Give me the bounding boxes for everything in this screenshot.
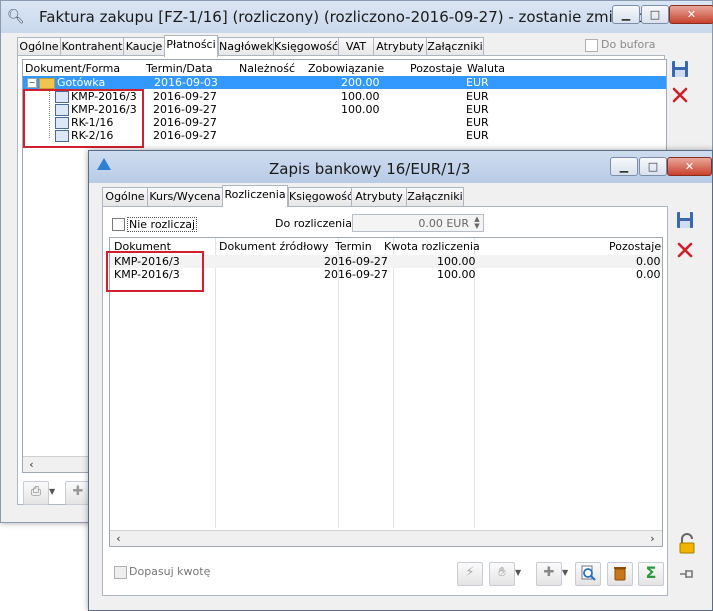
invoice-tabs: Ogólne Kontrahent Kaucje Płatności Nagłó…: [17, 35, 617, 57]
tab-ksiegowosc[interactable]: Księgowość: [273, 37, 339, 56]
tab-ogolne[interactable]: Ogólne: [17, 37, 61, 56]
row-date: 2016-09-27: [153, 116, 217, 129]
row-date: 2016-09-27: [153, 103, 217, 116]
tab-kaucje[interactable]: Kaucje: [123, 37, 165, 56]
lightning-button[interactable]: ⚡︎: [457, 562, 483, 586]
highlight-box: [23, 89, 144, 148]
col-kwota-rozliczenia[interactable]: Kwota rozliczenia: [384, 240, 480, 253]
close-button[interactable]: ✕: [669, 5, 713, 24]
tab-kurs-wycena[interactable]: Kurs/Wycena: [147, 187, 223, 206]
col-termin-data[interactable]: Termin/Data: [146, 62, 213, 75]
bank-entry-titlebar[interactable]: Zapis bankowy 16/EUR/1/3 ▁ □ ✕: [89, 151, 712, 183]
group-zobowiazanie: 200.00: [341, 76, 380, 89]
magnifier-icon: 🔍︎: [7, 9, 25, 25]
tab-atrybuty[interactable]: Atrybuty: [351, 187, 407, 206]
invoice-titlebar[interactable]: 🔍︎ Faktura zakupu [FZ-1/16] (rozliczony)…: [1, 1, 713, 33]
col-termin[interactable]: Termin: [335, 240, 372, 253]
do-bufora-checkbox[interactable]: [585, 39, 598, 52]
row-date: 2016-09-27: [153, 90, 217, 103]
tab-kontrahent[interactable]: Kontrahent: [60, 37, 124, 56]
row-waluta: EUR: [466, 103, 489, 116]
group-doc: Gotówka: [57, 76, 106, 89]
lock-icon[interactable]: [676, 533, 698, 555]
tab-ogolne[interactable]: Ogólne: [102, 187, 148, 206]
cancel-icon[interactable]: [669, 84, 691, 106]
nie-rozliczaj-label: Nie rozliczaj: [127, 217, 198, 232]
row-waluta: EUR: [466, 90, 489, 103]
tab-naglowek[interactable]: Nagłówek: [218, 37, 274, 56]
col-pozostaje[interactable]: Pozostaje: [410, 62, 462, 75]
col-pozostaje[interactable]: Pozostaje: [609, 240, 661, 253]
row-date: 2016-09-27: [153, 129, 217, 142]
spin-icon[interactable]: ▲ ▼: [472, 216, 482, 230]
tab-vat[interactable]: VAT: [338, 37, 374, 56]
tab-zalaczniki[interactable]: Załączniki: [426, 37, 484, 56]
maximize-button[interactable]: □: [641, 5, 669, 24]
delete-button[interactable]: [607, 562, 633, 586]
print-button[interactable]: ⎙: [23, 481, 49, 505]
sum-button[interactable]: Σ: [638, 562, 664, 586]
cancel-icon[interactable]: [674, 239, 696, 261]
do-rozliczenia-label: Do rozliczenia:: [275, 217, 356, 230]
do-bufora-label: Do bufora: [601, 38, 656, 51]
row-zobowiazanie: 100.00: [341, 90, 380, 103]
maximize-button[interactable]: □: [639, 157, 667, 176]
add-button[interactable]: ✚: [536, 562, 562, 586]
scroll-left-icon[interactable]: ‹: [112, 532, 125, 545]
col-divider: [215, 238, 216, 528]
chevron-down-icon[interactable]: ▼: [515, 568, 521, 577]
row-waluta: EUR: [466, 129, 489, 142]
nie-rozliczaj-checkbox[interactable]: [112, 218, 125, 231]
app-logo-icon: [97, 158, 111, 170]
col-zobowiazanie[interactable]: Zobowiązanie: [308, 62, 384, 75]
save-icon[interactable]: [674, 209, 696, 231]
row-kwota: 100.00: [437, 268, 476, 281]
group-waluta: EUR: [466, 76, 489, 89]
row-pozostaje: 0.00: [636, 255, 661, 268]
minimize-button[interactable]: ▁: [612, 5, 640, 24]
settle-button[interactable]: ✋︎: [489, 562, 515, 586]
preview-button[interactable]: [575, 562, 601, 586]
tab-zalaczniki[interactable]: Załączniki: [406, 187, 464, 206]
row-termin: 2016-09-27: [324, 255, 388, 268]
row-termin: 2016-09-27: [324, 268, 388, 281]
chevron-down-icon[interactable]: ▼: [49, 487, 55, 496]
bank-entry-window-title: Zapis bankowy 16/EUR/1/3: [269, 160, 471, 178]
scroll-left-icon[interactable]: ‹: [25, 458, 38, 471]
close-button[interactable]: ✕: [667, 157, 712, 176]
collapse-icon[interactable]: −: [27, 78, 37, 88]
col-divider: [338, 238, 339, 528]
col-dokument-zrodlowy[interactable]: Dokument źródłowy: [219, 240, 329, 253]
group-date: 2016-09-03: [154, 76, 218, 89]
horizontal-scrollbar[interactable]: ‹ ›: [110, 530, 662, 546]
col-divider: [393, 238, 394, 528]
pin-icon[interactable]: [676, 563, 698, 585]
scroll-right-icon[interactable]: ›: [646, 532, 659, 545]
row-pozostaje: 0.00: [636, 268, 661, 281]
minimize-button[interactable]: ▁: [610, 157, 638, 176]
do-rozliczenia-field[interactable]: 0.00 EUR ▲ ▼: [352, 214, 484, 232]
col-waluta[interactable]: Waluta: [467, 62, 505, 75]
row-zobowiazanie: 100.00: [341, 103, 380, 116]
tab-platnosci[interactable]: Płatności: [164, 35, 218, 57]
tab-ksiegowosc[interactable]: Księgowość: [288, 187, 353, 206]
row-kwota: 100.00: [437, 255, 476, 268]
row-waluta: EUR: [466, 116, 489, 129]
dopasuj-kwote-checkbox[interactable]: [114, 566, 127, 579]
invoice-window-title: Faktura zakupu [FZ-1/16] (rozliczony) (r…: [39, 8, 664, 26]
col-divider: [474, 238, 475, 528]
bank-entry-tabs: Ogólne Kurs/Wycena Rozliczenia Księgowoś…: [102, 185, 602, 207]
chevron-down-icon[interactable]: ▼: [562, 568, 568, 577]
save-icon[interactable]: [669, 58, 691, 80]
folder-icon: [39, 78, 55, 89]
dopasuj-kwote-label: Dopasuj kwotę: [129, 565, 211, 578]
bank-entry-window: Zapis bankowy 16/EUR/1/3 ▁ □ ✕ Ogólne Ku…: [88, 150, 713, 611]
do-rozliczenia-value: 0.00 EUR: [418, 217, 469, 230]
tab-atrybuty[interactable]: Atrybuty: [373, 37, 427, 56]
tab-rozliczenia[interactable]: Rozliczenia: [222, 185, 288, 207]
col-dokument-forma[interactable]: Dokument/Forma: [25, 62, 120, 75]
highlight-box: [106, 251, 204, 292]
col-naleznosc[interactable]: Należność: [239, 62, 295, 75]
